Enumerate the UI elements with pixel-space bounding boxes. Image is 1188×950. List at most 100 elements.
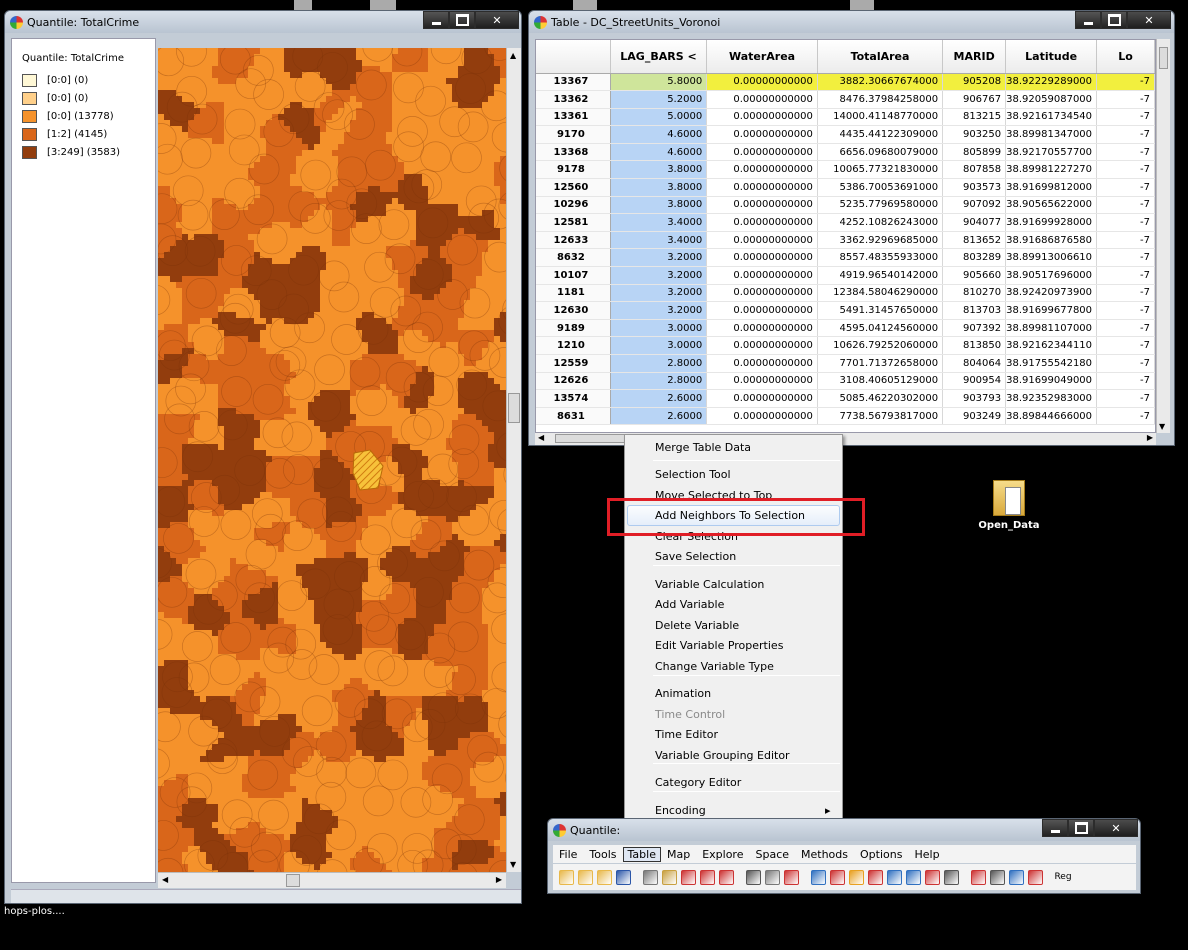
table-cell[interactable]: 0.00000000000 [706, 407, 818, 426]
table-cell[interactable]: 38.91699812000 [1005, 178, 1098, 197]
table-cell[interactable]: 3.0000 [610, 319, 708, 338]
3d-plot-icon[interactable] [925, 869, 940, 885]
scroll-up-icon[interactable]: ▲ [510, 51, 516, 60]
table-cell[interactable]: 2.8000 [610, 372, 708, 391]
row-id-cell[interactable]: 8631 [536, 407, 611, 426]
table-cell[interactable]: 0.00000000000 [706, 248, 818, 268]
voronoi-map-svg[interactable] [158, 48, 506, 872]
table-cell[interactable]: 0.00000000000 [706, 284, 818, 303]
table-cell[interactable]: 810270 [942, 284, 1007, 303]
menu-options[interactable]: Options [854, 848, 908, 861]
open-icon[interactable] [559, 869, 574, 885]
table-cell[interactable]: 5386.70053691000 [817, 178, 944, 197]
table-cell[interactable]: 8557.48355933000 [817, 248, 944, 268]
menu-item-encoding[interactable]: Encoding [655, 804, 706, 817]
table-cell[interactable]: 2.6000 [610, 407, 708, 426]
legend-item[interactable]: [0:0] (0) [22, 71, 145, 89]
map-icon[interactable] [811, 869, 826, 885]
maximize-button[interactable] [1101, 11, 1127, 29]
desktop-folder-open-data[interactable]: Open_Data [978, 480, 1040, 531]
table-cell[interactable]: 3108.40605129000 [817, 372, 944, 391]
open-folder-icon[interactable] [578, 869, 593, 885]
menu-item-delete-variable[interactable]: Delete Variable [655, 619, 739, 632]
legend-item[interactable]: [0:0] (0) [22, 89, 145, 107]
calendar-icon[interactable] [765, 869, 780, 885]
table-cell[interactable]: 38.92352983000 [1005, 389, 1098, 408]
table-cell[interactable]: 0.00000000000 [706, 266, 818, 285]
table-cell[interactable]: 38.91699677800 [1005, 301, 1098, 320]
table-cell[interactable]: 3.2000 [610, 301, 708, 320]
close-button[interactable]: ✕ [475, 11, 519, 29]
table-cell[interactable]: -7 [1096, 319, 1155, 338]
moran-icon[interactable] [990, 869, 1005, 885]
table-cell[interactable]: 813652 [942, 231, 1007, 250]
table-cell[interactable]: 3.8000 [610, 178, 708, 197]
table-icon[interactable] [643, 869, 658, 885]
row-id-cell[interactable]: 13367 [536, 73, 611, 92]
table-cell[interactable]: 4.6000 [610, 143, 708, 162]
table-cell[interactable]: 5.0000 [610, 108, 708, 127]
table-cell[interactable]: -7 [1096, 143, 1155, 162]
table-cell[interactable]: -7 [1096, 407, 1155, 426]
map-hscroll-thumb[interactable] [286, 874, 300, 887]
regression-icon[interactable]: Reg [1053, 870, 1073, 885]
row-id-cell[interactable]: 12581 [536, 213, 611, 232]
table-cell[interactable]: 905208 [942, 73, 1007, 92]
table-cell[interactable]: 7701.71372658000 [817, 354, 944, 373]
map-horizontal-scrollbar[interactable]: ◀ ▶ [158, 872, 506, 888]
cartogram-icon[interactable] [971, 869, 986, 885]
table-cell[interactable]: -7 [1096, 266, 1155, 285]
taskbar-label[interactable]: hops-plos.... [4, 906, 65, 917]
table-cell[interactable]: 38.89981107000 [1005, 319, 1098, 338]
table-cell[interactable]: 2.6000 [610, 389, 708, 408]
menu-item-category-editor[interactable]: Category Editor [655, 776, 741, 789]
table-cell[interactable]: 38.92162344110 [1005, 336, 1098, 355]
table-cell[interactable]: -7 [1096, 73, 1155, 92]
table-cell[interactable]: 907092 [942, 196, 1007, 215]
table-cell[interactable]: 3.2000 [610, 248, 708, 268]
table-cell[interactable]: 0.00000000000 [706, 213, 818, 232]
maximize-button[interactable] [449, 11, 475, 29]
legend-item[interactable]: [1:2] (4145) [22, 125, 145, 143]
table-row[interactable]: 12630 3.2000 0.00000000000 5491.31457650000… [536, 301, 1155, 320]
table-cell[interactable]: -7 [1096, 108, 1155, 127]
table-cell[interactable]: 3.0000 [610, 336, 708, 355]
weights-icon[interactable] [662, 869, 677, 885]
map-vertical-scrollbar[interactable]: ▲ ▼ [506, 48, 521, 872]
scatter-matrix-icon[interactable] [906, 869, 921, 885]
parallel-coords-icon[interactable] [944, 869, 959, 885]
menu-map[interactable]: Map [661, 848, 696, 861]
table-cell[interactable]: 3.8000 [610, 196, 708, 215]
table-cell[interactable]: 38.90517696000 [1005, 266, 1098, 285]
table-cell[interactable]: 38.92170557700 [1005, 143, 1098, 162]
table-cell[interactable]: 0.00000000000 [706, 336, 818, 355]
row-id-cell[interactable]: 10107 [536, 266, 611, 285]
table-cell[interactable]: 38.90565622000 [1005, 196, 1098, 215]
table-cell[interactable]: 3362.92969685000 [817, 231, 944, 250]
map-vscroll-thumb[interactable] [508, 393, 520, 423]
row-id-cell[interactable]: 12633 [536, 231, 611, 250]
table-cell[interactable]: 38.91755542180 [1005, 354, 1098, 373]
table-row[interactable]: 13367 5.8000 0.00000000000 3882.30667674000… [536, 73, 1155, 92]
save-icon[interactable] [616, 869, 631, 885]
table-row[interactable]: 9189 3.0000 0.00000000000 4595.04124560000 9… [536, 319, 1155, 338]
table-cell[interactable]: -7 [1096, 389, 1155, 408]
column-header[interactable]: MARID [942, 40, 1007, 74]
table-row[interactable]: 12626 2.8000 0.00000000000 3108.40605129000… [536, 372, 1155, 391]
menu-item-animation[interactable]: Animation [655, 687, 711, 700]
column-header[interactable]: Lo [1096, 40, 1155, 74]
table-vscroll-thumb[interactable] [1159, 47, 1168, 69]
table-cell[interactable]: -7 [1096, 231, 1155, 250]
table-cell[interactable]: 813215 [942, 108, 1007, 127]
row-id-cell[interactable]: 12626 [536, 372, 611, 391]
table-cell[interactable]: 903573 [942, 178, 1007, 197]
menu-help[interactable]: Help [908, 848, 945, 861]
table-row[interactable]: 10107 3.2000 0.00000000000 4919.96540142000… [536, 266, 1155, 285]
scroll-left-icon[interactable]: ◀ [538, 433, 544, 442]
table-cell[interactable]: 803289 [942, 248, 1007, 268]
table-cell[interactable]: 0.00000000000 [706, 143, 818, 162]
table-cell[interactable]: 813850 [942, 336, 1007, 355]
data-table[interactable]: LAG_BARS < WaterArea TotalArea MARID Latitud… [535, 39, 1156, 433]
minimize-button[interactable] [423, 11, 449, 29]
table-cell[interactable]: 4252.10826243000 [817, 213, 944, 232]
